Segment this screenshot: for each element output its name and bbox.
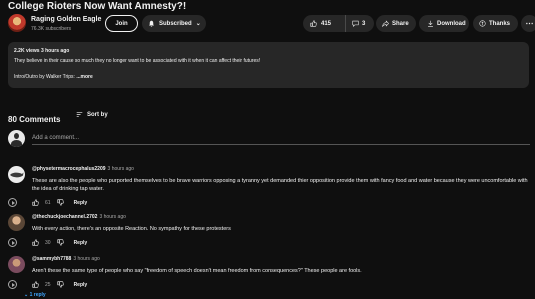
description-box[interactable]: 2.2K views 3 hours ago They believe in t… bbox=[8, 42, 529, 88]
thumbs-down-icon[interactable] bbox=[56, 199, 64, 206]
description-text: They believe in their cause so much they… bbox=[14, 58, 261, 64]
comment-like-count: 30 bbox=[45, 239, 51, 246]
thumbs-down-icon[interactable] bbox=[56, 239, 64, 246]
comment-text: With every action, there's an opposite R… bbox=[32, 226, 231, 232]
download-button[interactable]: Download bbox=[419, 15, 469, 32]
sort-icon bbox=[76, 112, 83, 117]
like-dislike-group: 415 3 bbox=[303, 15, 374, 32]
subscribed-label: Subscribed bbox=[159, 20, 192, 27]
sort-by-label: Sort by bbox=[87, 111, 108, 118]
thumbs-up-icon[interactable] bbox=[32, 281, 39, 288]
comment-count: 3 bbox=[362, 20, 366, 27]
like-button[interactable]: 415 bbox=[303, 15, 346, 32]
share-label: Share bbox=[392, 20, 409, 27]
comment-handle[interactable]: @thechuckjoechannel.2702 bbox=[32, 214, 97, 220]
comments-header: 80 Comments Sort by bbox=[8, 112, 108, 125]
commenter-avatar[interactable] bbox=[8, 166, 25, 183]
bell-icon bbox=[149, 20, 154, 27]
comment-icon bbox=[352, 20, 359, 27]
comment-like-count: 61 bbox=[45, 199, 51, 206]
user-avatar bbox=[8, 130, 25, 147]
thanks-label: Thanks bbox=[489, 20, 511, 27]
view-replies-button[interactable]: ⌄ 1 reply bbox=[24, 292, 46, 298]
reply-button[interactable]: Reply bbox=[74, 240, 88, 246]
thumbs-down-icon[interactable] bbox=[56, 281, 64, 288]
video-title: College Rioters Now Want Amnesty?! bbox=[8, 1, 187, 12]
comment-handle[interactable]: @physetermacrocephalus2209 bbox=[32, 166, 106, 172]
add-comment-input[interactable]: Add a comment... bbox=[32, 135, 530, 145]
download-icon bbox=[428, 20, 433, 27]
commenter-avatar[interactable] bbox=[8, 214, 25, 231]
whale-icon bbox=[10, 172, 24, 178]
share-icon bbox=[382, 20, 389, 27]
more-actions-button[interactable]: ⋯ bbox=[521, 15, 535, 32]
thanks-icon bbox=[479, 20, 486, 27]
add-comment-row: Add a comment... bbox=[8, 130, 530, 150]
chevron-down-icon: ⌄ bbox=[195, 21, 201, 27]
thumbs-up-icon bbox=[310, 20, 317, 27]
play-icon[interactable] bbox=[8, 198, 17, 207]
channel-row: Raging Golden Eagle 76.3K subscribers Jo… bbox=[8, 14, 535, 34]
reply-button[interactable]: Reply bbox=[74, 282, 88, 288]
description-credit: Intro/Outro by Walker Trips: bbox=[14, 74, 75, 80]
join-button[interactable]: Join bbox=[105, 15, 138, 32]
comment-time[interactable]: 3 hours ago bbox=[99, 214, 125, 220]
play-icon[interactable] bbox=[8, 238, 17, 247]
description-credit-line: Intro/Outro by Walker Trips: ...more bbox=[14, 74, 523, 80]
comment-time[interactable]: 3 hours ago bbox=[73, 256, 99, 262]
thumbs-up-icon[interactable] bbox=[32, 239, 39, 246]
comment-handle[interactable]: @sammybh7788 bbox=[32, 256, 71, 262]
like-count: 415 bbox=[321, 20, 332, 27]
channel-avatar[interactable] bbox=[8, 14, 26, 32]
share-button[interactable]: Share bbox=[376, 15, 416, 32]
comment-time[interactable]: 3 hours ago bbox=[108, 166, 134, 172]
download-label: Download bbox=[437, 20, 466, 27]
channel-name[interactable]: Raging Golden Eagle bbox=[31, 16, 101, 23]
play-icon[interactable] bbox=[8, 280, 17, 289]
sort-by-button[interactable]: Sort by bbox=[76, 111, 108, 118]
chevron-down-icon: ⌄ bbox=[24, 292, 29, 298]
commenter-avatar[interactable] bbox=[8, 256, 25, 273]
comment-text: These are also the people who purported … bbox=[32, 178, 528, 192]
subscribed-button[interactable]: Subscribed ⌄ bbox=[142, 15, 206, 32]
subscriber-count: 76.3K subscribers bbox=[31, 26, 72, 32]
comment-like-count: 25 bbox=[45, 281, 51, 288]
comment-count-button[interactable]: 3 bbox=[346, 15, 365, 32]
view-count-and-date: 2.2K views 3 hours ago bbox=[14, 48, 70, 54]
replies-label: 1 reply bbox=[29, 292, 46, 298]
show-more-link[interactable]: ...more bbox=[76, 74, 92, 80]
thumbs-up-icon[interactable] bbox=[32, 199, 39, 206]
comment-text: Aren't these the same type of people who… bbox=[32, 268, 362, 274]
thanks-button[interactable]: Thanks bbox=[473, 15, 518, 32]
comment-count-heading: 80 Comments bbox=[8, 114, 61, 124]
reply-button[interactable]: Reply bbox=[74, 200, 88, 206]
